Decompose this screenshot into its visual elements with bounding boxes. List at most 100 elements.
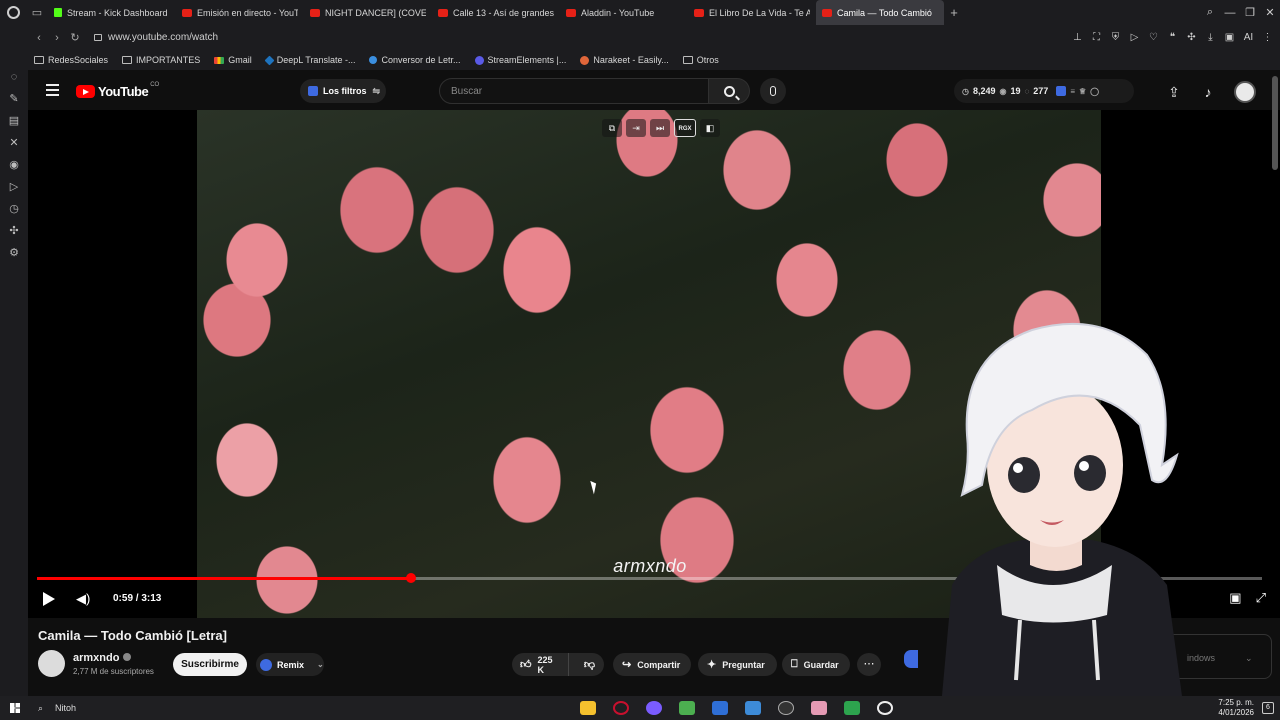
aria-icon[interactable]: ◌ [0,66,28,88]
settings-icon[interactable]: ⚙ [0,242,28,264]
bookmark-otros[interactable]: Otros [682,55,719,65]
app-icon[interactable] [811,701,827,715]
discord-icon[interactable]: ◉ [0,154,28,176]
subscribe-button[interactable]: Suscribirme [173,653,247,676]
app-icon[interactable] [712,701,728,715]
history-icon[interactable]: ◷ [0,198,28,220]
notification-badge[interactable]: 6 [1262,702,1274,714]
clock[interactable]: 7:25 p. m. 4/01/2026 [1218,698,1254,718]
miniplayer-icon[interactable]: ▣ [1229,590,1241,606]
enter-icon[interactable]: ⇥ [626,119,646,137]
hamburger-menu-icon[interactable] [46,84,59,96]
more-actions-button[interactable]: ⋯ [857,653,881,676]
minimize-icon[interactable]: — [1220,7,1240,19]
channel-avatar[interactable] [38,650,65,677]
tab-aladdin[interactable]: Aladdin - YouTube [560,0,688,25]
youtube-logo[interactable]: YouTube CO [76,82,159,99]
dislike-button[interactable]: 👎︎ [575,658,604,671]
rgx-button[interactable]: RGX [674,119,696,137]
save-button[interactable]: ⎕ Guardar [782,653,850,676]
sidebar-toggle-icon[interactable]: ◧ [700,119,720,137]
opera-menu-button[interactable] [0,0,26,25]
player-icon[interactable]: ▷ [0,176,28,198]
bookmark-gmail[interactable]: Gmail [214,55,252,65]
reload-icon[interactable]: ↻ [66,31,84,44]
tab-kick[interactable]: Stream - Kick Dashboard [48,0,176,25]
play-icon[interactable] [43,592,55,606]
snapshot-icon[interactable]: ⛶ [1088,32,1105,43]
ai-icon[interactable]: AI [1240,32,1257,43]
stream-stats-widget[interactable]: ◷ 8,249 ◉ 19 ◌ 277 ≡ ♕ ◯ [954,79,1134,103]
search-box [439,78,709,104]
file-explorer-icon[interactable] [580,701,596,715]
voice-search-button[interactable] [760,78,786,104]
extensions-icon[interactable]: ✣ [0,220,28,242]
fullscreen-icon[interactable]: ⤢ [1256,590,1266,606]
bookmark-narakeet[interactable]: Narakeet - Easily... [580,55,669,65]
start-button[interactable] [0,696,30,720]
bookmark-folder[interactable]: IMPORTANTES [122,55,200,65]
search-input[interactable] [451,85,691,97]
tab-libro-vida[interactable]: El Libro De La Vida - Te Amo [688,0,816,25]
youtube-icon [822,8,832,17]
settings-icon[interactable] [877,701,893,715]
upload-icon[interactable]: ⇪ [1166,84,1182,101]
bell-icon[interactable]: ♪ [1200,84,1216,100]
remix-button[interactable]: Remix ⌄ [256,653,324,676]
player-controls-right: ▣ ⤢ [1229,590,1266,606]
maximize-icon[interactable]: ❐ [1240,6,1260,19]
back-icon[interactable]: ‹ [30,32,48,44]
extension-icon[interactable]: ❝ [1164,32,1181,43]
messenger-icon[interactable]: ▤ [0,110,28,132]
sliders-icon: ⇋ [372,85,381,96]
puzzle-icon[interactable]: ✣ [1183,32,1200,43]
channel-name[interactable]: armxndo [73,652,132,664]
narakeet-icon [580,55,590,65]
minecraft-icon[interactable] [679,701,695,715]
filters-label: Los filtros [323,86,367,96]
windows-logo-icon [10,703,20,713]
close-icon[interactable]: ✕ [1260,6,1280,19]
download-icon[interactable]: ⤓ [1202,32,1219,43]
tab-youtube-live[interactable]: Emisión en directo - YouTube [176,0,304,25]
progress-scrubber[interactable] [405,573,416,583]
menu-icon[interactable]: ⋮ [1259,32,1276,43]
extension-logo-icon [1056,86,1067,96]
heart-icon[interactable]: ♡ [1145,32,1162,43]
share-button[interactable]: ↪ Compartir [613,653,691,676]
bookmark-conversor[interactable]: Conversor de Letr... [369,55,461,65]
taskbar-search[interactable]: ⌕ Nitoh [38,703,76,714]
bookmark-deepl[interactable]: DeepL Translate -... [264,55,355,65]
x-icon[interactable]: ✕ [0,132,28,154]
youtube-wordmark: YouTube [98,84,149,99]
shield-icon[interactable]: ⛨ [1107,32,1124,43]
pin-icon[interactable]: ⊥ [1069,32,1086,43]
app-icon[interactable] [745,701,761,715]
notes-icon[interactable]: ✎ [0,88,28,110]
filters-button[interactable]: Los filtros ⇋ [300,79,386,103]
new-tab-button[interactable]: + [944,5,964,20]
volume-icon[interactable]: ◀) [76,591,90,607]
like-button[interactable]: 👍︎ 225 K [512,653,569,676]
tab-workspaces-icon[interactable]: ▭ [26,0,48,25]
discord-icon[interactable] [646,701,662,715]
skip-icon[interactable]: ⏭ [650,119,670,137]
wallet-icon[interactable]: ▣ [1221,32,1238,43]
bookmark-folder[interactable]: RedesSociales [34,55,108,65]
tab-night-dancer[interactable]: NIGHT DANCER] (COVER [304,0,432,25]
search-tabs-icon[interactable]: ⌕ [1200,6,1220,19]
ask-button[interactable]: ✦ Preguntar [698,653,777,676]
app-icon[interactable] [844,701,860,715]
forward-icon[interactable]: › [48,32,66,44]
url-field[interactable]: www.youtube.com/watch [108,32,218,43]
tab-calle13[interactable]: Calle 13 - Así de grandes [432,0,560,25]
account-avatar[interactable] [1234,81,1256,103]
obs-icon[interactable] [778,701,794,715]
page-scrollbar[interactable] [1272,76,1278,170]
opera-gx-icon[interactable] [613,701,629,715]
copy-icon[interactable]: ⧉ [602,119,622,137]
tab-camila-active[interactable]: Camila — Todo Cambió [816,0,944,25]
search-button[interactable] [709,78,750,104]
play-icon[interactable]: ▷ [1126,32,1143,43]
bookmark-streamelements[interactable]: StreamElements |... [474,55,566,65]
